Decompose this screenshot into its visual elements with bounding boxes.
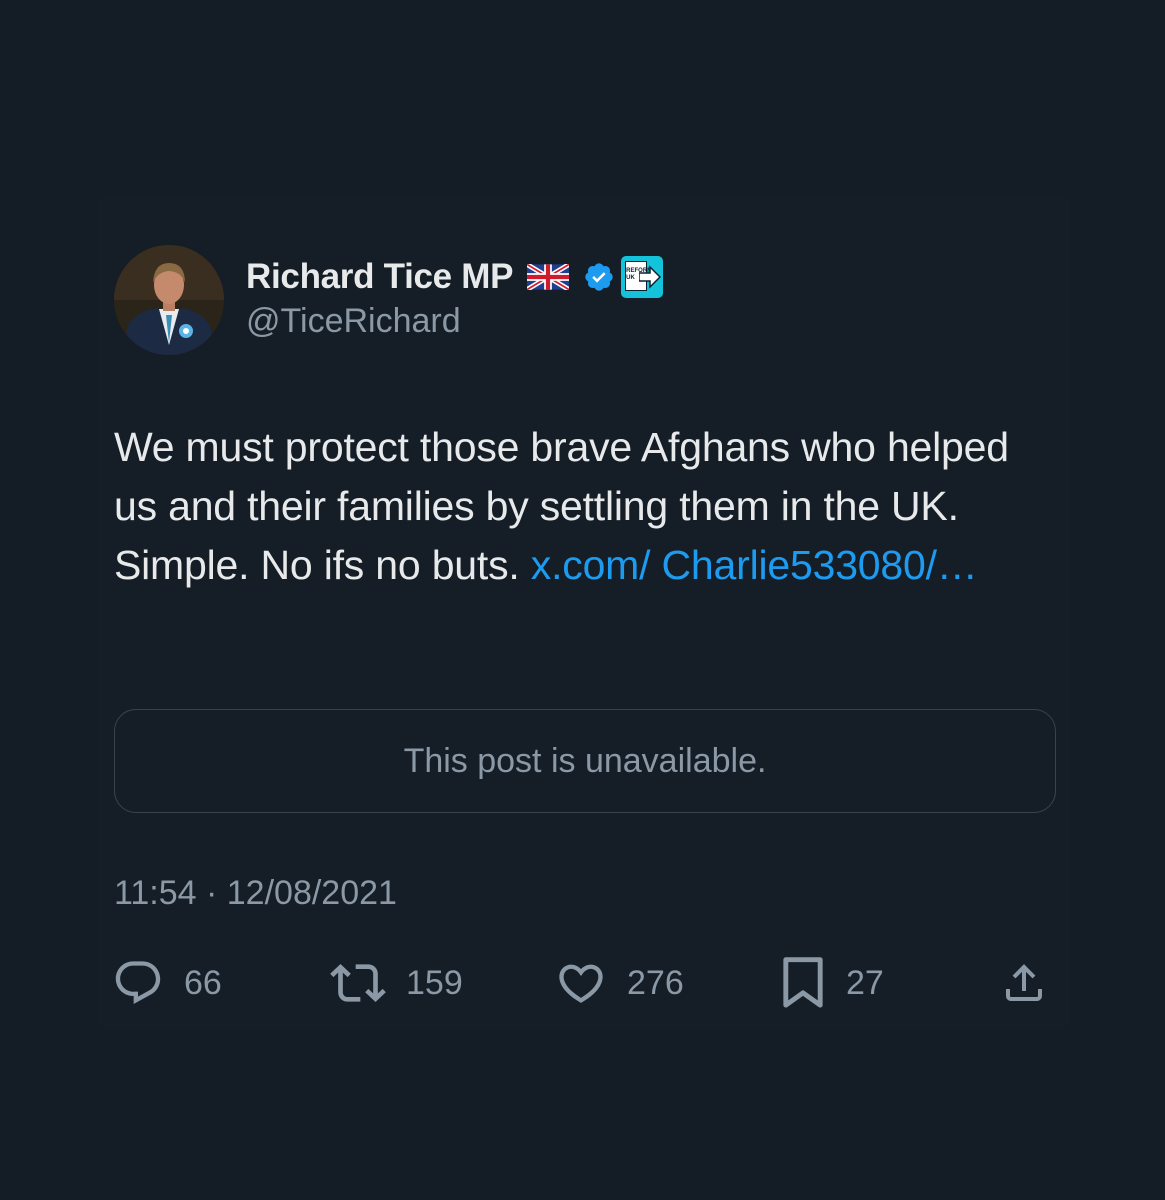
repost-count: 159 bbox=[406, 963, 463, 1002]
heart-icon bbox=[559, 964, 603, 1003]
quoted-post-unavailable-message: This post is unavailable. bbox=[403, 741, 767, 780]
bookmark-icon bbox=[783, 957, 823, 1008]
quoted-post-box[interactable]: This post is unavailable. bbox=[114, 709, 1056, 813]
author-name-row: Richard Tice MP REFORM UK bbox=[246, 254, 664, 300]
action-bar: 66 159 276 27 bbox=[0, 955, 1165, 1011]
author-handle[interactable]: @TiceRichard bbox=[246, 302, 461, 341]
like-count: 276 bbox=[627, 963, 684, 1002]
reply-button[interactable]: 66 bbox=[112, 955, 222, 1011]
share-button[interactable] bbox=[1000, 955, 1048, 1011]
bookmark-count: 27 bbox=[846, 963, 884, 1002]
repost-icon bbox=[330, 964, 386, 1002]
tweet-timestamp[interactable]: 11:54 · 12/08/2021 bbox=[114, 874, 397, 913]
reform-arrow-icon bbox=[639, 265, 662, 289]
share-icon bbox=[1006, 964, 1042, 1001]
tweet-text: We must protect those brave Afghans who … bbox=[114, 418, 1044, 595]
repost-button[interactable]: 159 bbox=[330, 955, 463, 1011]
tweet-link[interactable]: x.com/ Charlie533080/… bbox=[531, 542, 978, 588]
reply-icon bbox=[115, 961, 161, 1005]
avatar[interactable] bbox=[114, 245, 224, 355]
profile-photo-icon bbox=[114, 245, 224, 355]
uk-flag-icon bbox=[525, 262, 571, 292]
reply-count: 66 bbox=[184, 963, 222, 1002]
author-display-name[interactable]: Richard Tice MP bbox=[246, 257, 513, 297]
reform-uk-logo-icon: REFORM UK bbox=[621, 256, 664, 298]
bookmark-button[interactable]: 27 bbox=[780, 955, 884, 1011]
verified-badge-icon[interactable] bbox=[583, 261, 615, 293]
like-button[interactable]: 276 bbox=[555, 955, 684, 1011]
